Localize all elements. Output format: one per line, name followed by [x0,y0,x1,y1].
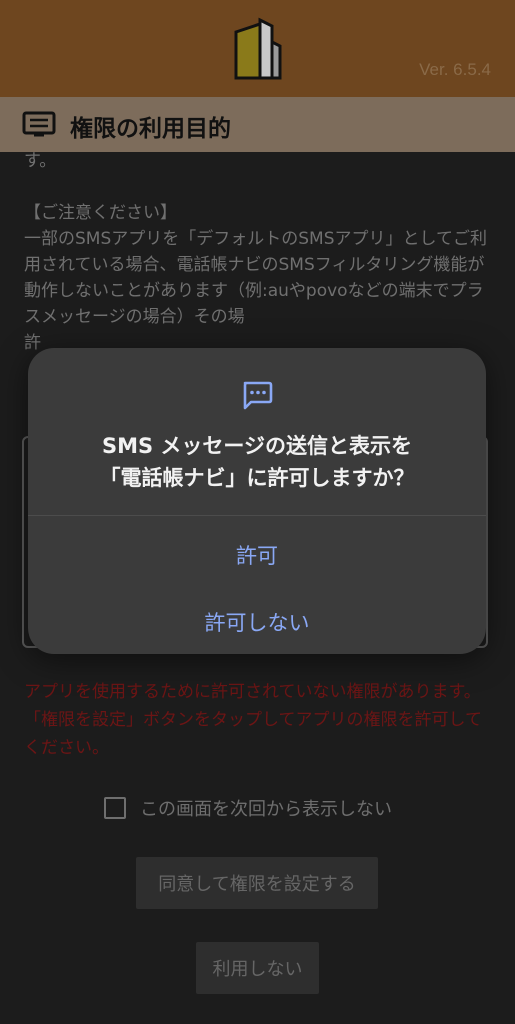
version-label: Ver. 6.5.4 [419,60,491,79]
sms-message-icon [243,381,273,410]
dont-show-again-label: この画面を次回から表示しない [140,799,392,820]
allow-button[interactable]: 許可 [28,540,486,570]
app-header: Ver. 6.5.4 [0,0,515,97]
permission-warning-text: アプリを使用するために許可されていない権限があります。「権限を設定」ボタンをタッ… [24,682,482,758]
permission-description: す。 【ご注意ください】 一部のSMSアプリを「デフォルトのSMSアプリ」として… [24,151,487,353]
dialog-title: SMS メッセージの送信と表示を 「電話帳ナビ」に許可しますか？ [48,430,466,494]
dont-show-again-row[interactable]: この画面を次回から表示しない [104,795,392,821]
sms-permission-dialog: SMS メッセージの送信と表示を 「電話帳ナビ」に許可しますか？ 許可 許可しな… [28,348,486,654]
dialog-title-line2: 「電話帳ナビ」に許可しますか？ [99,466,415,490]
dialog-divider [28,515,486,516]
building-logo-icon [234,17,282,80]
dialog-title-line1: SMS メッセージの送信と表示を [101,434,413,458]
dont-show-again-checkbox[interactable] [104,797,126,819]
deny-button[interactable]: 許可しない [28,607,486,637]
do-not-use-button[interactable]: 利用しない [196,942,319,994]
section-title-bar: 権限の利用目的 [0,97,515,152]
agree-set-permission-button[interactable]: 同意して権限を設定する [136,857,378,909]
page-title: 権限の利用目的 [70,116,231,142]
list-document-icon [22,111,56,137]
